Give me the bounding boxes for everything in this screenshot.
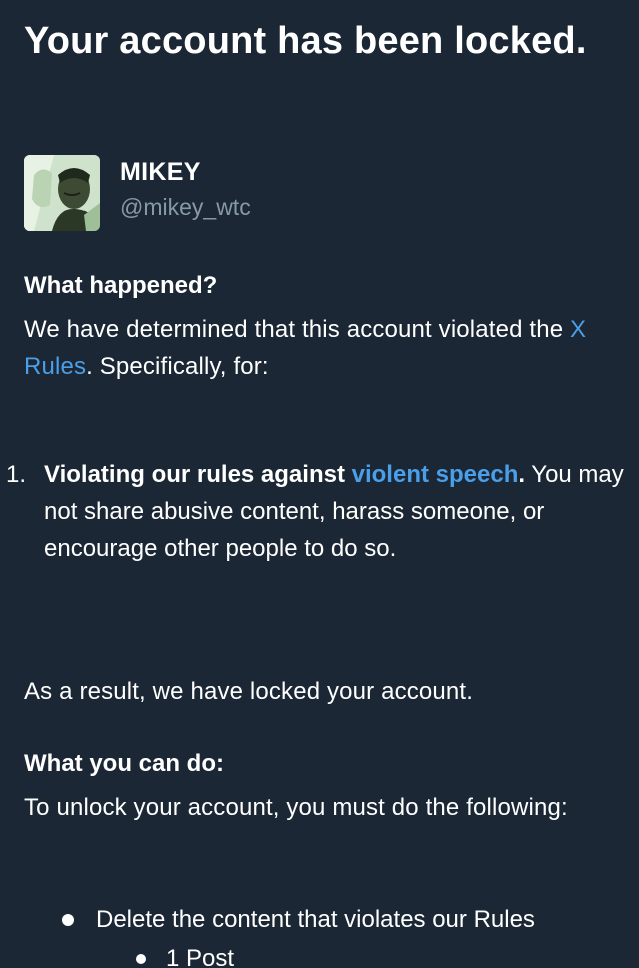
avatar xyxy=(24,155,100,231)
what-you-can-do-text: To unlock your account, you must do the … xyxy=(24,794,568,821)
what-happened-text-start: We have determined that this account vio… xyxy=(24,316,571,343)
account-profile: MIKEY @mikey_wtc xyxy=(24,155,251,231)
violation-number: 1. xyxy=(6,461,27,488)
violation-title: Violating our rules against xyxy=(44,461,352,488)
list-item: Delete the content that violates our Rul… xyxy=(62,901,535,938)
username-handle: @mikey_wtc xyxy=(120,194,251,220)
what-happened-text-end: . Specifically, for: xyxy=(86,353,269,380)
bullet-icon xyxy=(136,954,146,964)
what-you-can-do-heading: What you can do: xyxy=(24,750,224,777)
profile-photo-icon xyxy=(24,155,100,231)
list-item: 1 Post xyxy=(136,940,234,968)
bullet-icon xyxy=(62,914,74,926)
what-happened-text: We have determined that this account vio… xyxy=(24,311,624,385)
violation-body: Violating our rules against violent spee… xyxy=(44,456,624,567)
locked-account-page: Your account has been locked. MIKEY @mik… xyxy=(0,0,639,968)
page-title: Your account has been locked. xyxy=(24,20,587,62)
step-label: Delete the content that violates our Rul… xyxy=(96,906,535,933)
result-text: As a result, we have locked your account… xyxy=(24,678,474,705)
display-name: MIKEY xyxy=(120,158,201,186)
violation-title-end: . xyxy=(518,461,526,488)
violent-speech-link[interactable]: violent speech xyxy=(352,461,519,488)
step-sub-item: 1 Post xyxy=(166,945,235,968)
profile-names: MIKEY @mikey_wtc xyxy=(120,155,251,225)
what-happened-heading: What happened? xyxy=(24,272,218,299)
